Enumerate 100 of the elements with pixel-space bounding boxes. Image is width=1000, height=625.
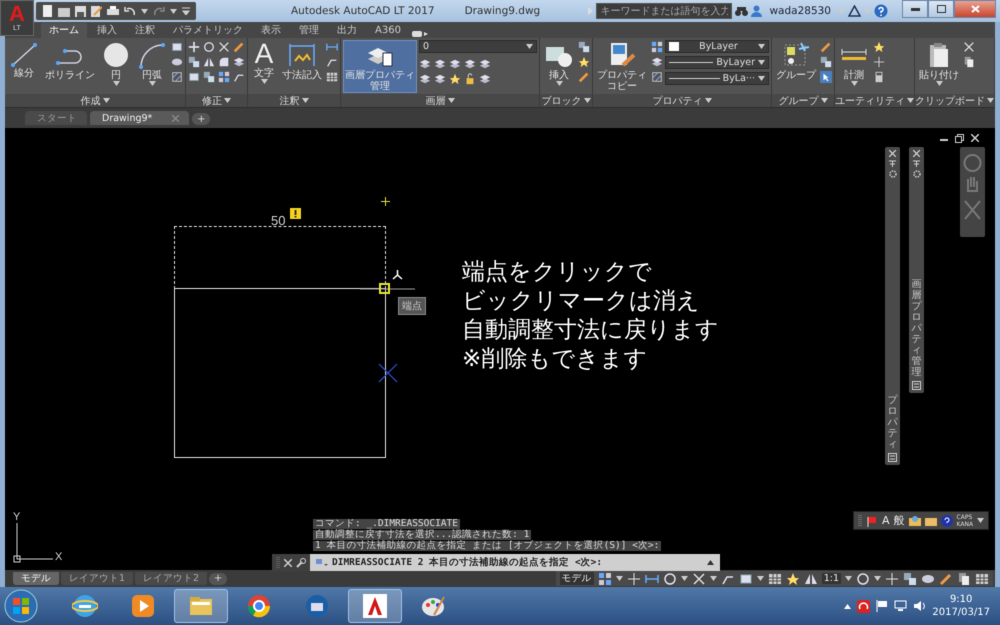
arc-icon[interactable] [137,41,167,69]
dimension-line-icon[interactable] [326,41,338,53]
ribbon-tool-button[interactable]: 挿入 [542,40,576,88]
play-icon[interactable] [130,593,156,619]
panel-title[interactable]: 画層 [426,94,446,108]
squares-icon[interactable] [820,56,832,68]
palette-title[interactable]: プロパティ [888,395,898,450]
ribbon-tab[interactable]: 出力 [329,23,365,38]
pin-icon[interactable] [889,160,896,167]
crosshair-icon[interactable] [885,572,899,586]
layers-icon[interactable] [449,58,461,70]
customize-icon[interactable] [182,7,190,15]
pencil-page-icon[interactable] [91,6,102,16]
layers-icon[interactable] [419,58,431,70]
pencil-icon[interactable] [233,41,245,53]
layers-icon[interactable] [233,56,245,68]
panel-title[interactable]: 作成 [80,94,100,108]
wrench-icon[interactable] [296,558,306,568]
start-orb-icon[interactable] [4,589,38,623]
flag-icon[interactable] [866,514,878,526]
layers-icon[interactable] [479,73,491,85]
layout-tab[interactable]: レイアウト1 [61,572,134,585]
gear-icon[interactable] [912,170,920,178]
close-icon[interactable] [913,150,920,157]
restore-icon[interactable] [955,134,964,143]
flag-icon[interactable] [876,600,888,612]
star-icon[interactable] [786,572,800,586]
padlock-icon[interactable] [464,73,476,85]
rectangle-icon[interactable] [171,41,183,53]
ribbon-tool-button[interactable]: プロパティ コピー [595,40,649,93]
table-icon[interactable] [326,71,338,83]
letter-a-icon[interactable] [362,593,388,619]
layers-icon[interactable] [479,58,491,70]
pages-icon[interactable] [957,572,971,586]
annotation-scale-button[interactable]: 1:1 [822,573,841,584]
line-icon[interactable] [9,41,39,67]
ime-mode[interactable]: A [882,514,890,527]
squares-icon[interactable] [188,56,200,68]
layer-dropdown[interactable]: 0 [419,40,537,53]
triangles-icon[interactable] [804,572,818,586]
warning-badge-icon[interactable] [290,208,301,219]
squares-icon[interactable] [578,41,590,53]
ribbon-tab[interactable]: 注釈 [127,23,163,38]
help-icon[interactable] [874,4,888,18]
command-input[interactable]: DIMREASSOCIATE 2 本目の寸法補助線の起点を指定 <次>: [310,554,720,571]
taskbar-app-button[interactable] [348,589,402,623]
user-icon[interactable] [751,5,762,17]
ribbon-tool-button[interactable]: 画層プロパティ 管理 [343,40,417,93]
layers-icon[interactable] [464,58,476,70]
linetype-dropdown[interactable]: ByLayer [665,56,769,69]
ribbon-tab[interactable]: 管理 [291,23,327,38]
dimension-lines[interactable] [174,226,386,289]
taskbar-app-button[interactable] [174,589,228,623]
squares-icon[interactable] [203,71,215,83]
new-tab-button[interactable]: + [192,113,210,125]
ime-mode[interactable]: 般 [894,513,905,528]
grid-icon[interactable] [598,572,612,586]
caret-icon[interactable] [680,576,688,581]
layers-icon[interactable] [434,73,446,85]
new-layout-button[interactable]: + [209,572,228,584]
clock-time[interactable]: 9:10 [950,593,972,606]
redo-icon[interactable] [153,6,165,16]
ellipse-icon[interactable] [171,56,183,68]
crosshair-icon[interactable] [873,56,885,68]
ribbon-tool-button[interactable]: 寸法記入 [280,40,324,82]
help-icon[interactable] [940,514,953,526]
model-space-button[interactable]: モデル [560,572,594,585]
hatch-icon[interactable] [171,71,183,83]
pin-icon[interactable] [913,160,920,167]
dimension-icon[interactable] [287,41,317,69]
layers-icon[interactable] [912,381,921,390]
ribbon-tab[interactable]: 表示 [253,23,289,38]
caret-icon[interactable] [756,576,764,581]
dimension-text[interactable]: 50 [271,214,286,227]
properties-icon[interactable] [888,453,897,462]
maximize-button[interactable] [928,0,954,18]
minimize-button[interactable] [902,0,928,18]
ribbon-tool-button[interactable]: 円弧 [135,40,169,88]
grip-icon[interactable] [858,514,862,526]
grid-icon[interactable] [651,41,663,53]
table-icon[interactable] [975,572,989,586]
pencil-icon[interactable] [820,41,832,53]
video-camera-icon[interactable] [410,30,429,38]
close-icon[interactable] [889,150,896,157]
file-tab[interactable]: Drawing9* [90,111,190,125]
ribbon-tool-button[interactable]: 貼り付け [917,40,961,88]
command-field[interactable]: DIMREASSOCIATE 2 本目の寸法補助線の起点を指定 <次>: [332,557,703,568]
lineweight-dropdown[interactable]: ByLa··· [665,72,769,85]
drawing-canvas[interactable] [5,125,995,570]
caret-icon[interactable] [977,518,984,523]
colored-ring-icon[interactable] [246,593,272,619]
circle-icon[interactable] [101,41,131,69]
ribbon-tool-button[interactable]: 線分 [7,40,41,80]
caret-icon[interactable] [141,8,148,14]
folder-icon[interactable] [58,6,70,16]
ribbon-tool-button[interactable]: ポリライン [43,40,97,82]
layers-icon[interactable] [419,73,431,85]
pencil-icon[interactable] [578,71,590,83]
ribbon-tab[interactable]: ホーム [41,23,87,38]
palette-bar[interactable]: プロパティ [885,147,900,465]
